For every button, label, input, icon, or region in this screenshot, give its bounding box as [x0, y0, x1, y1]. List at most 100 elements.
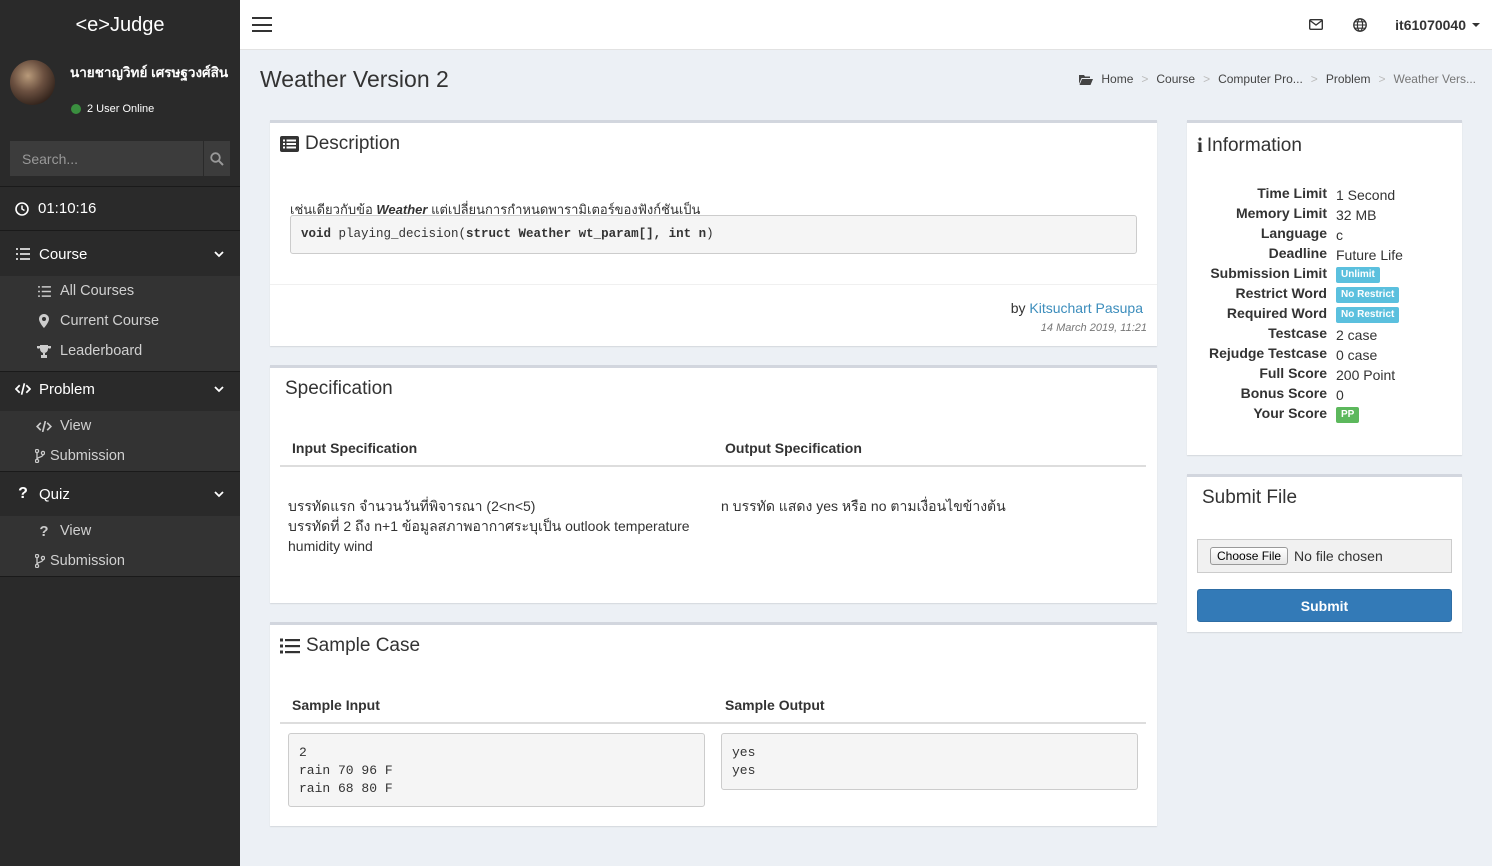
info-value: PP — [1336, 405, 1360, 425]
menu-problem[interactable]: Problem — [0, 371, 240, 407]
sidebar-item-label: View — [60, 523, 92, 539]
sidebar-divider — [0, 230, 240, 231]
author-prefix: by — [1010, 300, 1030, 316]
list-icon — [36, 285, 52, 297]
info-icon: i — [1197, 133, 1203, 157]
info-value: 0 case — [1336, 347, 1378, 363]
input-spec-line: บรรทัดแรก จำนวนวันที่พิจารณา (2<n<5) — [288, 498, 536, 514]
info-label: Required Word — [1226, 305, 1327, 321]
page-title: Weather Version 2 — [260, 66, 449, 92]
specification-title: Specification — [285, 378, 393, 399]
sample-input-header: Sample Input — [292, 697, 380, 713]
file-input[interactable]: Choose File No file chosen — [1197, 539, 1452, 573]
info-value: No Restrict — [1336, 305, 1400, 325]
breadcrumb-separator: > — [1378, 72, 1386, 86]
menu-course[interactable]: Course — [0, 236, 240, 272]
menu-quiz[interactable]: ? Quiz — [0, 476, 240, 512]
sidebar-item-quiz-submission[interactable]: Submission — [34, 546, 240, 576]
globe-icon[interactable] — [1353, 18, 1367, 32]
function-signature-code: void playing_decision(struct Weather wt_… — [290, 215, 1137, 254]
info-row: Submission Limit Unlimit — [1187, 265, 1461, 285]
file-status: No file chosen — [1294, 548, 1383, 564]
info-value: 2 case — [1336, 327, 1378, 343]
search-icon — [210, 151, 224, 166]
map-marker-icon — [36, 314, 52, 328]
sidebar-item-label: All Courses — [60, 283, 135, 299]
info-row: Testcase 2 case — [1187, 325, 1461, 345]
status-badge: PP — [1336, 407, 1360, 423]
sidebar-item-label: Current Course — [60, 313, 160, 329]
sidebar-item-problem-view[interactable]: View — [36, 411, 240, 441]
envelope-icon[interactable] — [1309, 19, 1323, 30]
app-logo[interactable]: <e>Judge — [0, 0, 240, 50]
info-label: Bonus Score — [1240, 385, 1327, 401]
info-label: Deadline — [1268, 245, 1327, 261]
topbar: it61070040 — [240, 0, 1492, 50]
sample-case-title: Sample Case — [280, 635, 420, 657]
info-label: Memory Limit — [1235, 205, 1327, 221]
submit-button[interactable]: Submit — [1197, 589, 1452, 622]
search-input[interactable] — [10, 141, 203, 176]
breadcrumb-separator: > — [1310, 72, 1318, 86]
code-branch-icon — [34, 554, 46, 568]
code-branch-icon — [34, 449, 46, 463]
menu-problem-label: Problem — [39, 380, 95, 398]
info-value: 200 Point — [1336, 367, 1396, 383]
breadcrumb-problem[interactable]: Problem — [1326, 72, 1371, 86]
sidebar-item-label: Submission — [50, 553, 125, 569]
code-function: playing_decision( — [331, 227, 467, 241]
sidebar-item-leaderboard[interactable]: Leaderboard — [36, 336, 240, 366]
question-icon: ? — [18, 485, 28, 502]
breadcrumb: Home > Course > Computer Pro... > Proble… — [1079, 72, 1476, 86]
info-row: Full Score 200 Point — [1187, 365, 1461, 385]
code-end: ) — [706, 227, 714, 241]
user-online-status: 2 User Online — [71, 103, 154, 115]
sample-case-box: Sample Case Sample Input Sample Output 2… — [270, 622, 1157, 826]
chevron-down-icon — [214, 250, 224, 257]
code-icon — [15, 383, 31, 395]
search-button[interactable] — [203, 141, 230, 176]
sidebar-item-current-course[interactable]: Current Course — [36, 306, 240, 336]
info-label: Rejudge Testcase — [1208, 345, 1327, 361]
info-value: 1 Second — [1336, 187, 1396, 203]
user-menu[interactable]: it61070040 — [1395, 17, 1480, 33]
description-divider — [270, 284, 1157, 285]
sidebar-item-label: View — [60, 418, 92, 434]
sample-output-block: yes yes — [721, 733, 1138, 790]
info-value: 32 MB — [1336, 207, 1377, 223]
information-title-text: Information — [1206, 134, 1302, 156]
breadcrumb-course[interactable]: Course — [1156, 72, 1195, 86]
list-icon — [15, 248, 31, 260]
information-box: i Information Time Limit 1 Second Memory L… — [1187, 120, 1462, 455]
folder-open-icon — [1079, 74, 1094, 85]
table-header-divider — [280, 465, 1146, 467]
sample-output-header: Sample Output — [725, 697, 825, 713]
menu-quiz-label: Quiz — [39, 485, 70, 503]
info-row: Language c — [1187, 225, 1461, 245]
problem-submenu: View Submission — [0, 411, 240, 471]
online-dot-icon — [71, 104, 81, 114]
trophy-icon — [36, 344, 52, 358]
sample-input-block: 2 rain 70 96 F rain 68 80 F — [288, 733, 705, 807]
sidebar-item-all-courses[interactable]: All Courses — [36, 276, 240, 306]
post-date: 14 March 2019, 11:21 — [1040, 322, 1147, 334]
info-row: Time Limit 1 Second — [1187, 185, 1461, 205]
breadcrumb-home[interactable]: Home — [1101, 72, 1133, 86]
chevron-down-icon — [214, 385, 224, 392]
breadcrumb-computer-pro[interactable]: Computer Pro... — [1218, 72, 1303, 86]
menu-toggle-icon[interactable] — [252, 17, 272, 32]
code-icon — [36, 420, 52, 432]
choose-file-button[interactable]: Choose File — [1210, 547, 1289, 565]
info-row: Your Score PP — [1187, 405, 1461, 425]
sidebar-item-problem-submission[interactable]: Submission — [34, 441, 240, 471]
sidebar-divider — [0, 471, 240, 472]
sidebar: <e>Judge นายชาญวิทย์ เศรษฐวงศ์สิน 2 User… — [0, 0, 240, 866]
sidebar-item-quiz-view[interactable]: ? View — [36, 516, 240, 546]
info-row: Restrict Word No Restrict — [1187, 285, 1461, 305]
table-header-divider — [280, 722, 1146, 724]
input-spec-header: Input Specification — [292, 440, 418, 456]
author-link[interactable]: Kitsuchart Pasupa — [1029, 300, 1143, 316]
info-value: 0 — [1336, 387, 1344, 403]
info-label: Testcase — [1268, 325, 1327, 341]
submit-file-box: Submit File Choose File No file chosen S… — [1187, 474, 1462, 632]
